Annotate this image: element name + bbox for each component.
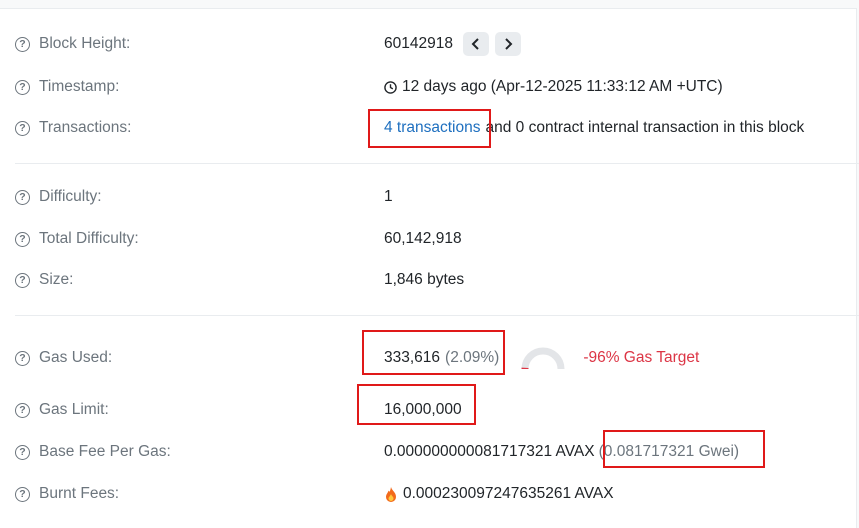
chevron-right-icon — [505, 38, 513, 50]
burnt-fees-value-wrap: 0.000230097247635261 AVAX — [384, 480, 614, 508]
question-circle-icon[interactable]: ? — [15, 444, 30, 460]
timestamp-value-wrap: 12 days ago (Apr-12-2025 11:33:12 AM +UT… — [384, 73, 723, 101]
highlight-box-gas-limit — [357, 384, 476, 425]
gas-used-label: ? Gas Used: — [15, 344, 112, 372]
question-circle-icon[interactable]: ? — [15, 402, 30, 418]
question-circle-icon[interactable]: ? — [15, 231, 30, 247]
block-height-value-wrap: 60142918 — [384, 30, 521, 58]
fire-icon — [386, 486, 396, 502]
highlight-box-gwei — [603, 430, 765, 468]
row-total-difficulty: ? Total Difficulty: 60,142,918 — [0, 225, 859, 253]
highlight-box-transactions — [368, 109, 491, 148]
prev-block-button[interactable] — [462, 32, 489, 56]
chevron-left-icon — [471, 38, 479, 50]
section-divider — [15, 163, 859, 164]
row-size: ? Size: 1,846 bytes — [0, 266, 859, 294]
row-burnt-fees: ? Burnt Fees: 0.000230097247635261 AVAX — [0, 480, 859, 508]
size-label: ? Size: — [15, 266, 73, 294]
gas-target: -96% Gas Target — [583, 349, 700, 366]
question-circle-icon[interactable]: ? — [15, 486, 30, 502]
gas-gauge-icon — [521, 347, 565, 370]
timestamp-label: ? Timestamp: — [15, 73, 119, 101]
block-height-label: ? Block Height: — [15, 30, 130, 58]
next-block-button[interactable] — [494, 32, 521, 56]
burnt-fees-value: 0.000230097247635261 AVAX — [403, 485, 614, 502]
question-circle-icon[interactable]: ? — [15, 36, 30, 52]
total-difficulty-label: ? Total Difficulty: — [15, 225, 139, 253]
size-value: 1,846 bytes — [384, 271, 465, 288]
row-block-height: ? Block Height: 60142918 — [0, 30, 859, 58]
question-circle-icon[interactable]: ? — [15, 350, 30, 366]
difficulty-value: 1 — [384, 188, 393, 205]
total-difficulty-value: 60,142,918 — [384, 230, 462, 247]
difficulty-label: ? Difficulty: — [15, 183, 102, 211]
timestamp-value: 12 days ago (Apr-12-2025 11:33:12 AM +UT… — [402, 78, 723, 95]
base-fee-value: 0.000000000081717321 AVAX — [384, 443, 595, 460]
burnt-fees-label: ? Burnt Fees: — [15, 480, 119, 508]
gas-limit-label: ? Gas Limit: — [15, 396, 109, 424]
section-divider — [15, 315, 859, 316]
question-circle-icon[interactable]: ? — [15, 272, 30, 288]
highlight-box-gas-used — [362, 330, 505, 375]
transactions-label: ? Transactions: — [15, 114, 131, 142]
question-circle-icon[interactable]: ? — [15, 189, 30, 205]
row-difficulty: ? Difficulty: 1 — [0, 183, 859, 211]
question-circle-icon[interactable]: ? — [15, 120, 30, 136]
question-circle-icon[interactable]: ? — [15, 79, 30, 95]
base-fee-label: ? Base Fee Per Gas: — [15, 438, 171, 466]
block-height-value: 60142918 — [384, 35, 453, 52]
clock-icon — [384, 80, 397, 94]
row-timestamp: ? Timestamp: 12 days ago (Apr-12-2025 11… — [0, 73, 859, 101]
transactions-rest: and 0 contract internal transaction in t… — [485, 119, 805, 136]
